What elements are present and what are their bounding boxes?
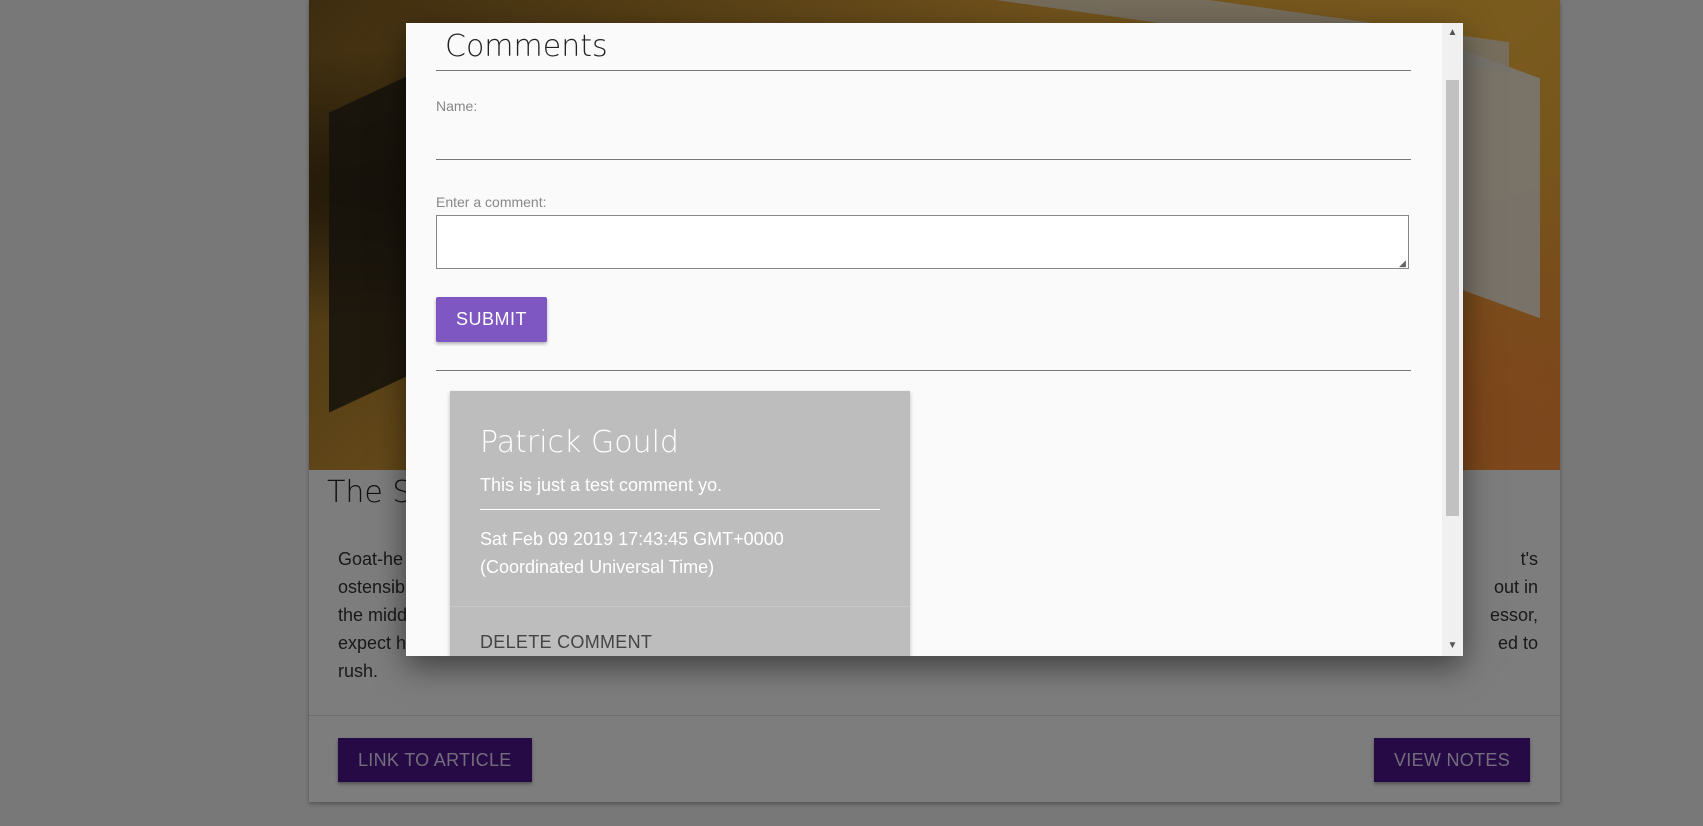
modal-title: Comments (445, 29, 608, 64)
comments-modal: Comments Name: Enter a comment: ◢ SUBMIT… (406, 23, 1463, 656)
comment-textarea[interactable] (436, 215, 1409, 269)
modal-scrollbar[interactable]: ▲ ▼ (1442, 23, 1463, 656)
comment-date-line: Sat Feb 09 2019 17:43:45 GMT+0000 (480, 529, 784, 549)
divider (480, 509, 880, 510)
resize-grip-icon[interactable]: ◢ (1399, 259, 1407, 268)
submit-button[interactable]: SUBMIT (436, 297, 548, 342)
name-input[interactable] (436, 123, 1411, 160)
comment-card: Patrick Gould This is just a test commen… (450, 391, 910, 656)
scroll-up-icon[interactable]: ▲ (1442, 23, 1463, 43)
delete-comment-button[interactable]: DELETE COMMENT (480, 632, 652, 653)
comment-date: Sat Feb 09 2019 17:43:45 GMT+0000 (Coord… (480, 525, 880, 581)
comment-text: This is just a test comment yo. (480, 475, 723, 495)
comment-actions: DELETE COMMENT (450, 606, 910, 656)
name-label: Name: (436, 98, 478, 114)
divider (436, 70, 1411, 71)
comment-author: Patrick Gould (480, 425, 679, 460)
scrollbar-thumb[interactable] (1446, 80, 1459, 516)
divider (436, 370, 1411, 371)
scroll-down-icon[interactable]: ▼ (1442, 636, 1463, 656)
comment-label: Enter a comment: (436, 194, 547, 210)
comment-date-line: (Coordinated Universal Time) (480, 557, 715, 577)
